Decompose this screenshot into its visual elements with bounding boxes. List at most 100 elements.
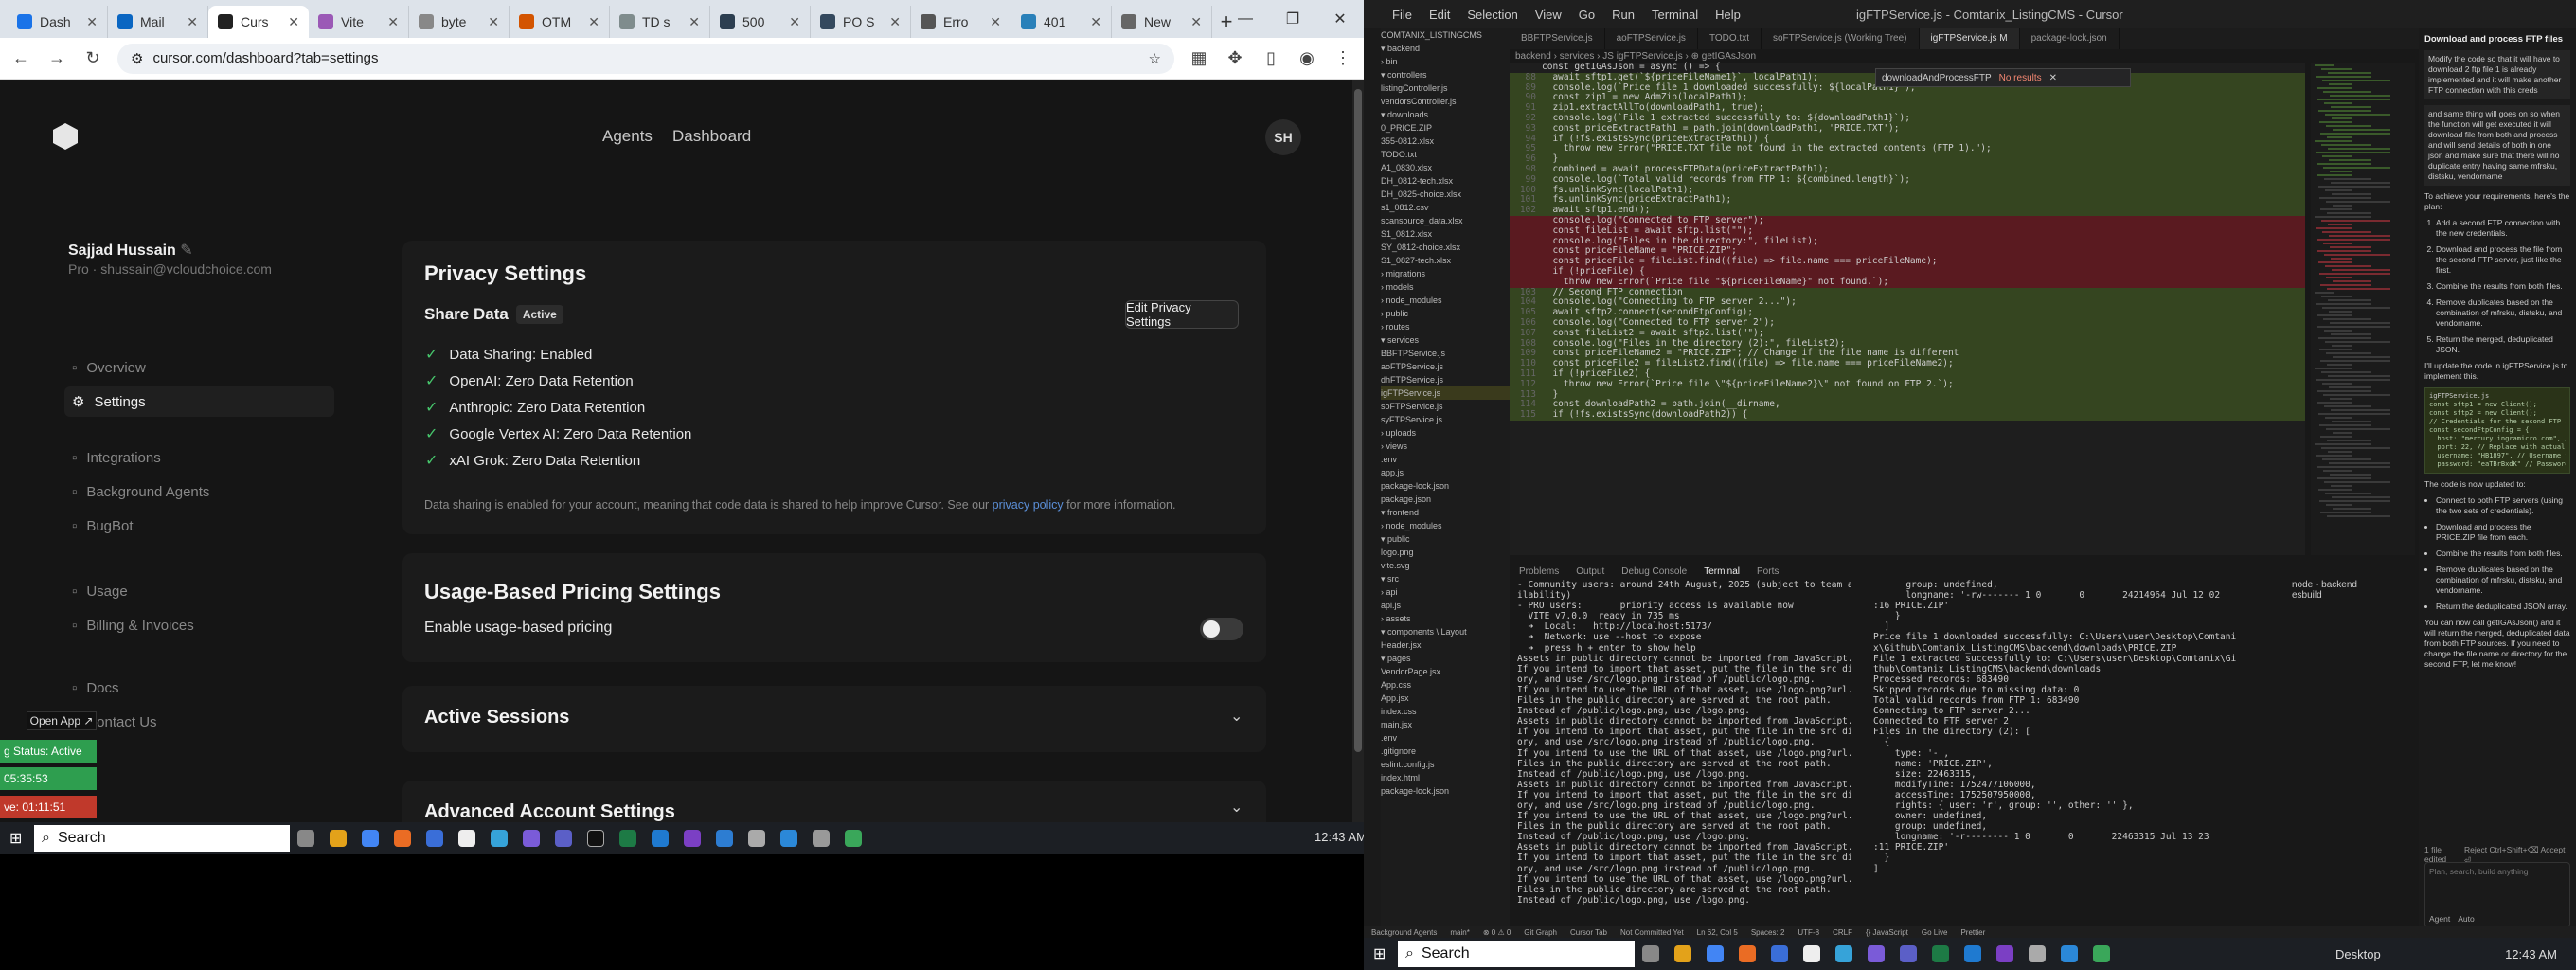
- cursor-logo[interactable]: [53, 123, 78, 150]
- explorer-item[interactable]: s1_0812.csv: [1381, 201, 1510, 214]
- close-icon[interactable]: ✕: [1190, 14, 1202, 30]
- status-item[interactable]: Ln 62, Col 5: [1697, 928, 1738, 937]
- agent-mode-select[interactable]: Agent: [2429, 914, 2450, 924]
- explorer-item[interactable]: aoFTPService.js: [1381, 360, 1510, 373]
- code-block[interactable]: igFTPService.js const sftp1 = new Client(…: [2424, 387, 2570, 474]
- menu-item[interactable]: Go: [1579, 8, 1595, 22]
- clock-left[interactable]: 12:43 AM: [1315, 830, 1367, 844]
- close-icon[interactable]: ✕: [187, 14, 198, 30]
- sidebar-item[interactable]: ▫ Usage: [72, 584, 128, 600]
- close-icon[interactable]: ✕: [2049, 73, 2057, 83]
- teams-icon[interactable]: [555, 830, 572, 847]
- explorer-item[interactable]: ▾ controllers: [1381, 68, 1510, 81]
- editor-tab[interactable]: TODO.txt: [1698, 28, 1762, 49]
- nav-agents[interactable]: Agents: [602, 127, 653, 146]
- vscode-icon[interactable]: [652, 830, 669, 847]
- editor-tab[interactable]: igFTPService.js M: [1919, 28, 2020, 49]
- explorer-item[interactable]: 0_PRICE.ZIP: [1381, 121, 1510, 135]
- browser-tab[interactable]: Erro ✕: [911, 6, 1011, 38]
- app-icon[interactable]: [1835, 945, 1852, 962]
- explorer-item[interactable]: ▾ src: [1381, 572, 1510, 585]
- explorer-item[interactable]: ▾ backend: [1381, 42, 1510, 55]
- page-scrollbar[interactable]: [1352, 80, 1364, 834]
- firefox-icon[interactable]: [394, 830, 411, 847]
- address-bar[interactable]: ⚙ cursor.com/dashboard?tab=settings ☆: [117, 43, 1174, 74]
- panel-tab[interactable]: Problems: [1519, 566, 1559, 577]
- app-icon[interactable]: [813, 830, 830, 847]
- app-icon[interactable]: [1868, 945, 1885, 962]
- menu-item[interactable]: Help: [1715, 8, 1741, 22]
- close-icon[interactable]: ✕: [588, 14, 599, 30]
- app-icon[interactable]: [780, 830, 797, 847]
- explorer-item[interactable]: S1_0827-tech.xlsx: [1381, 254, 1510, 267]
- explorer-item[interactable]: › uploads: [1381, 426, 1510, 440]
- explorer-item[interactable]: ▾ services: [1381, 333, 1510, 347]
- explorer-item[interactable]: App.css: [1381, 678, 1510, 692]
- browser-tab[interactable]: 500 ✕: [710, 6, 811, 38]
- app-icon[interactable]: [523, 830, 540, 847]
- browser-tab[interactable]: Mail ✕: [108, 6, 208, 38]
- explorer-item[interactable]: logo.png: [1381, 546, 1510, 559]
- minimize-icon[interactable]: —: [1222, 0, 1269, 38]
- teams-icon[interactable]: [1900, 945, 1917, 962]
- windows-start-icon[interactable]: ⊞: [1373, 944, 1386, 963]
- explorer-item[interactable]: package-lock.json: [1381, 784, 1510, 798]
- editor-tab[interactable]: BBFTPService.js: [1510, 28, 1605, 49]
- status-item[interactable]: Git Graph: [1524, 928, 1557, 937]
- explorer-item[interactable]: › models: [1381, 280, 1510, 294]
- clock-right[interactable]: 12:43 AM: [2505, 947, 2557, 961]
- model-select[interactable]: Auto: [2458, 914, 2475, 924]
- app-icon[interactable]: [458, 830, 475, 847]
- explorer-item[interactable]: ▾ components \ Layout: [1381, 625, 1510, 638]
- terminal-right[interactable]: group: undefined, longname: '-rw------- …: [1866, 580, 2282, 921]
- extensions-icon[interactable]: ▦: [1188, 48, 1210, 68]
- sidepanel-icon[interactable]: ▯: [1260, 48, 1282, 68]
- browser-tab[interactable]: Vite ✕: [309, 6, 409, 38]
- sidebar-item[interactable]: ▫ BugBot: [72, 518, 134, 534]
- explorer-item[interactable]: ▾ pages: [1381, 652, 1510, 665]
- desktop-label[interactable]: Desktop: [2335, 947, 2381, 961]
- task-view-icon[interactable]: [1642, 945, 1659, 962]
- file-explorer-icon[interactable]: [1674, 945, 1691, 962]
- status-item[interactable]: main*: [1450, 928, 1469, 937]
- app-icon[interactable]: [845, 830, 862, 847]
- back-icon[interactable]: ←: [9, 48, 32, 68]
- status-item[interactable]: {} JavaScript: [1866, 928, 1908, 937]
- explorer-item[interactable]: S1_0812.xlsx: [1381, 227, 1510, 241]
- sidebar-item[interactable]: ▫ Background Agents: [72, 484, 209, 500]
- explorer-item[interactable]: api.js: [1381, 599, 1510, 612]
- editor-tab[interactable]: aoFTPService.js: [1605, 28, 1698, 49]
- app-icon[interactable]: [1771, 945, 1788, 962]
- editor-tab[interactable]: soFTPService.js (Working Tree): [1762, 28, 1920, 49]
- taskbar-search[interactable]: ⌕ Search: [1398, 941, 1635, 967]
- explorer-item[interactable]: syFTPService.js: [1381, 413, 1510, 426]
- status-item[interactable]: Background Agents: [1371, 928, 1437, 937]
- status-item[interactable]: UTF-8: [1798, 928, 1819, 937]
- explorer-item[interactable]: .env: [1381, 453, 1510, 466]
- edit-pencil-icon[interactable]: ✎: [180, 242, 192, 259]
- panel-tab[interactable]: Debug Console: [1621, 566, 1687, 577]
- minimap[interactable]: [2311, 63, 2415, 555]
- browser-tab[interactable]: Curs ✕: [208, 6, 309, 38]
- find-widget[interactable]: downloadAndProcessFTP No results ✕: [1875, 68, 2131, 87]
- close-icon[interactable]: ✕: [387, 14, 399, 30]
- sidebar-item[interactable]: ⚙ Settings: [64, 386, 334, 417]
- explorer-item[interactable]: ▾ downloads: [1381, 108, 1510, 121]
- explorer-item[interactable]: COMTANIX_LISTINGCMS: [1381, 28, 1510, 42]
- find-input[interactable]: downloadAndProcessFTP: [1882, 73, 1992, 83]
- menu-item[interactable]: Terminal: [1652, 8, 1698, 22]
- explorer-item[interactable]: index.html: [1381, 771, 1510, 784]
- explorer-item[interactable]: › routes: [1381, 320, 1510, 333]
- app-icon[interactable]: [1803, 945, 1820, 962]
- app-icon[interactable]: [426, 830, 443, 847]
- browser-tab[interactable]: Dash ✕: [8, 6, 108, 38]
- task-view-icon[interactable]: [297, 830, 314, 847]
- app-icon[interactable]: [2061, 945, 2078, 962]
- browser-tab[interactable]: 401 ✕: [1011, 6, 1112, 38]
- avatar[interactable]: SH: [1265, 119, 1301, 155]
- privacy-policy-link[interactable]: privacy policy: [993, 498, 1064, 512]
- explorer-item[interactable]: › migrations: [1381, 267, 1510, 280]
- menu-item[interactable]: Selection: [1467, 8, 1517, 22]
- close-icon[interactable]: ✕: [1316, 0, 1364, 38]
- close-icon[interactable]: ✕: [789, 14, 800, 30]
